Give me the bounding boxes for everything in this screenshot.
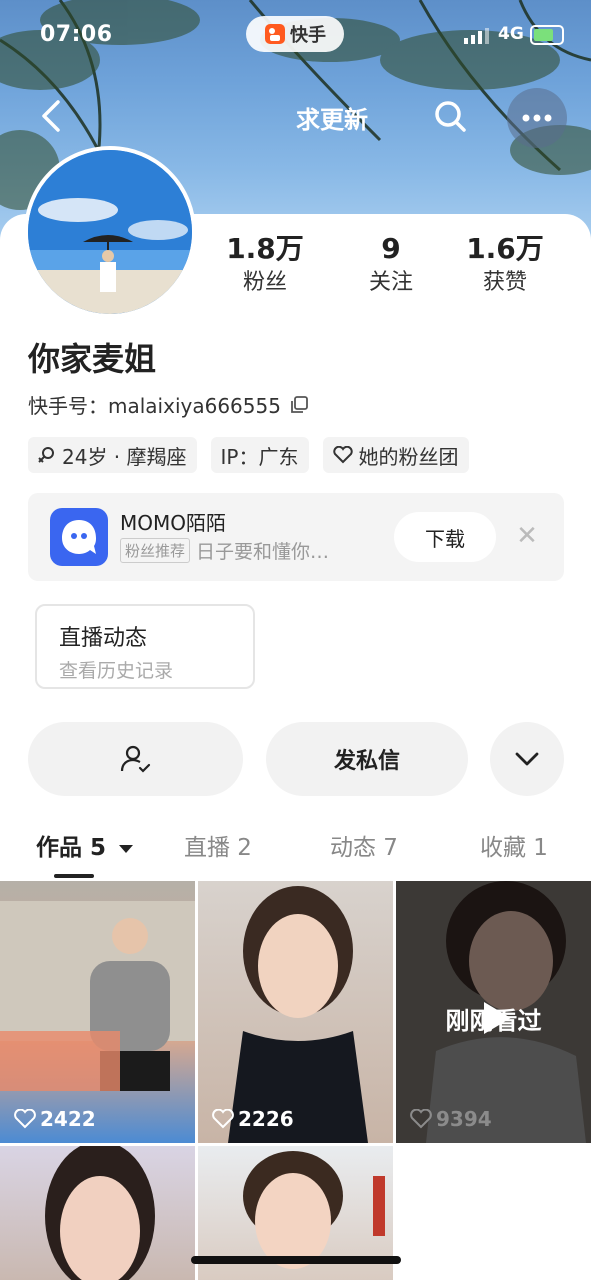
tab-favorites[interactable]: 收藏 1 (480, 828, 548, 862)
battery-icon (530, 25, 564, 45)
like-count: 2226 (212, 1107, 294, 1131)
tag-fans-group-label: 她的粉丝团 (358, 444, 459, 469)
content-tabs: 作品 5 直播 2 动态 7 收藏 1 (0, 822, 591, 878)
heart-icon (332, 446, 353, 464)
tag-age-label: 24岁 · 摩羯座 (62, 444, 187, 469)
like-count: 9394 (410, 1107, 492, 1131)
follow-status-button[interactable] (28, 722, 243, 796)
caret-down-icon (119, 845, 134, 853)
home-indicator (191, 1256, 401, 1264)
message-button[interactable]: 发私信 (266, 722, 468, 796)
tag-ip: IP：广东 (210, 437, 309, 473)
more-icon (522, 114, 552, 122)
network-type: 4G (498, 24, 524, 44)
download-button[interactable]: 下载 (394, 512, 496, 562)
ad-badge: 粉丝推荐 (120, 538, 191, 563)
ad-app-name: MOMO陌陌 (120, 511, 226, 535)
tab-works[interactable]: 作品 5 (36, 828, 134, 862)
stat-label: 获赞 (482, 270, 527, 295)
back-icon[interactable] (32, 96, 72, 136)
profile-stats: 1.8万 粉丝 9 关注 1.6万 获赞 (210, 232, 570, 312)
stat-value: 1.6万 (466, 232, 544, 265)
kuaishou-label: 快手 (290, 25, 326, 46)
tab-moments[interactable]: 动态 7 (330, 828, 398, 862)
like-count-text: 2226 (238, 1107, 294, 1131)
tab-label: 作品 5 (36, 835, 107, 861)
ks-id-row: 快手号：malaixiya666555 (28, 390, 309, 419)
live-title: 直播动态 (59, 626, 148, 651)
tab-underline (54, 874, 94, 878)
live-subtitle: 查看历史记录 (59, 660, 174, 682)
heart-icon (212, 1109, 234, 1129)
profile-name: 你家麦姐 (28, 340, 157, 378)
status-time: 07:06 (40, 22, 113, 47)
momo-app-icon (50, 508, 108, 566)
stat-value: 1.8万 (226, 232, 304, 265)
stat-likes[interactable]: 1.6万 获赞 (450, 232, 560, 300)
video-thumbnail[interactable]: 2422 (0, 881, 195, 1143)
stat-label: 关注 (368, 270, 413, 295)
status-bar: 07:06 快手 4G (0, 0, 591, 72)
avatar[interactable] (24, 146, 196, 318)
like-count-text: 9394 (436, 1107, 492, 1131)
copy-icon[interactable] (289, 395, 309, 415)
signal-icon (464, 28, 489, 44)
tag-age: 24岁 · 摩羯座 (28, 437, 197, 473)
like-count-text: 2422 (40, 1107, 96, 1131)
more-actions-button[interactable] (490, 722, 564, 796)
stat-label: 粉丝 (242, 270, 287, 295)
stat-following[interactable]: 9 关注 (336, 232, 446, 300)
user-check-icon (120, 745, 150, 773)
nav-title[interactable]: 求更新 (296, 100, 368, 135)
heart-icon (14, 1109, 36, 1129)
kuaishou-pill[interactable]: 快手 (246, 16, 344, 52)
close-icon[interactable]: ✕ (514, 523, 540, 549)
ad-description: 粉丝推荐 日子要和懂你… (120, 537, 329, 564)
video-thumbnail[interactable] (0, 1146, 195, 1280)
live-history-card[interactable]: 直播动态 查看历史记录 (35, 604, 255, 689)
more-button[interactable] (507, 88, 567, 148)
female-icon (38, 447, 54, 463)
like-count: 2422 (14, 1107, 96, 1131)
ks-id: 快手号：malaixiya666555 (28, 394, 281, 418)
tag-fans-group[interactable]: 她的粉丝团 (322, 437, 469, 473)
ad-banner[interactable]: MOMO陌陌 粉丝推荐 日子要和懂你… 下载 ✕ (28, 493, 564, 581)
video-thumbnail[interactable]: 2226 (198, 881, 393, 1143)
tab-live[interactable]: 直播 2 (184, 828, 252, 862)
profile-tags: 24岁 · 摩羯座 IP：广东 她的粉丝团 (28, 437, 469, 473)
chevron-down-icon (515, 752, 539, 766)
ad-desc-text: 日子要和懂你… (196, 541, 330, 563)
stat-fans[interactable]: 1.8万 粉丝 (210, 232, 320, 300)
recently-watched-label: 刚刚看过 (445, 1007, 542, 1035)
kuaishou-logo-icon (265, 24, 285, 44)
stat-value: 9 (381, 232, 401, 265)
search-icon[interactable] (430, 96, 470, 136)
heart-icon (410, 1109, 432, 1129)
tag-ip-label: IP：广东 (220, 444, 299, 469)
video-thumbnail[interactable]: 刚刚看过 9394 (396, 881, 591, 1143)
